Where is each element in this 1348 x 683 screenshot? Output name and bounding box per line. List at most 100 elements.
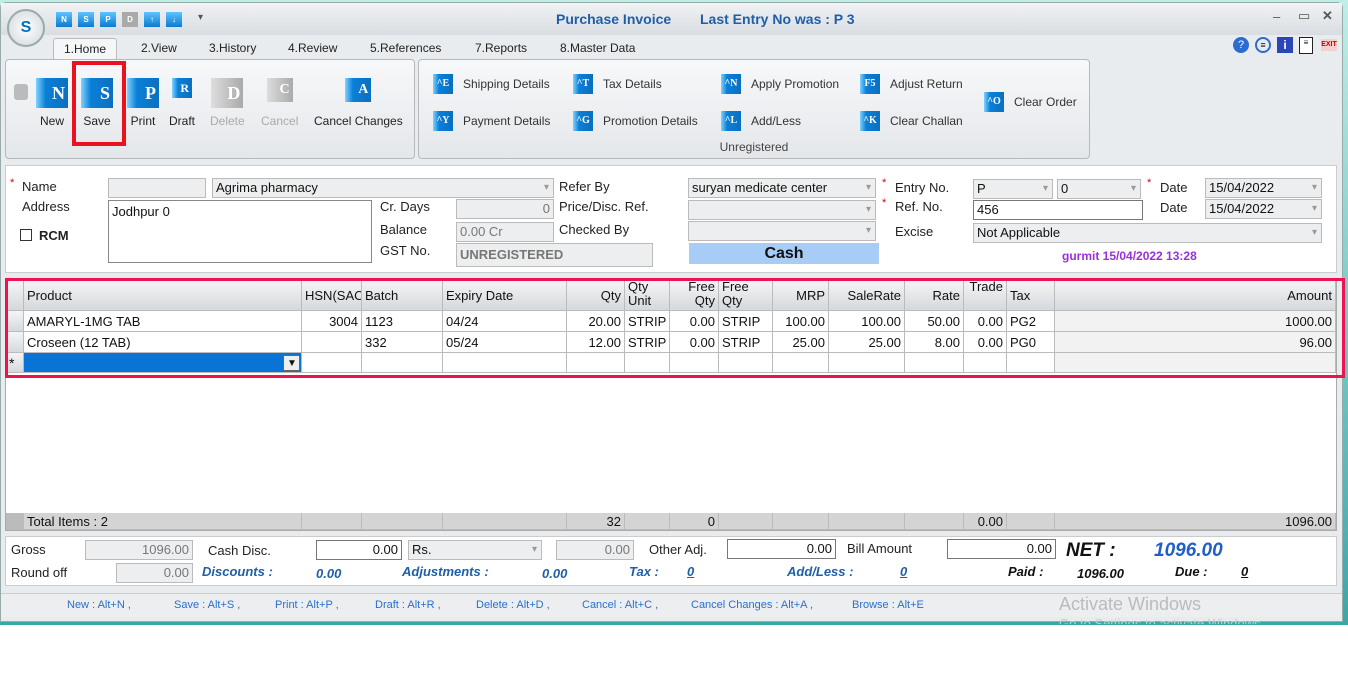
cell-rate[interactable]: 50.00: [905, 311, 964, 332]
refer-by-combo[interactable]: suryan medicate center: [688, 178, 876, 198]
payment-mode-button[interactable]: Cash: [689, 243, 879, 264]
qat-delete-icon[interactable]: D: [122, 12, 138, 27]
bill-amount-field[interactable]: 0.00: [947, 539, 1056, 559]
qat-print-icon[interactable]: P: [100, 12, 116, 27]
new-row-cell[interactable]: [773, 353, 829, 373]
row-header[interactable]: [6, 332, 24, 353]
add-less-button[interactable]: ^L Add/Less: [721, 111, 801, 131]
cell-free-qty[interactable]: 0.00: [670, 311, 719, 332]
qat-new-icon[interactable]: N: [56, 12, 72, 27]
cell-trade[interactable]: 0.00: [964, 332, 1007, 353]
close-button[interactable]: ✕: [1322, 8, 1333, 24]
shipping-details-button[interactable]: ^E Shipping Details: [433, 74, 550, 94]
tab-view[interactable]: 2.View: [131, 38, 187, 59]
address-field[interactable]: Jodhpur 0: [108, 200, 372, 263]
entry-prefix-combo[interactable]: P: [973, 179, 1053, 199]
cell-free-qty-unit[interactable]: STRIP: [719, 311, 773, 332]
apply-promotion-button[interactable]: ^N Apply Promotion: [721, 74, 839, 94]
support-icon[interactable]: ≡: [1255, 37, 1271, 53]
new-row-cell[interactable]: [1007, 353, 1055, 373]
rcm-checkbox[interactable]: [20, 229, 32, 241]
column-header-free-qty-unit[interactable]: Free Qty: [719, 280, 773, 311]
cell-qty[interactable]: 20.00: [567, 311, 625, 332]
qat-customize-icon[interactable]: ▾: [198, 12, 203, 23]
new-row-cell[interactable]: [719, 353, 773, 373]
cell-mrp[interactable]: 25.00: [773, 332, 829, 353]
entry-no-combo[interactable]: 0: [1057, 179, 1141, 199]
column-header-qty[interactable]: Qty: [567, 280, 625, 311]
column-header-tax[interactable]: Tax: [1007, 280, 1055, 311]
cell-amount[interactable]: 96.00: [1055, 332, 1336, 353]
cell-batch[interactable]: 1123: [362, 311, 443, 332]
cell-qty-unit[interactable]: STRIP: [625, 332, 670, 353]
help-icon[interactable]: ?: [1233, 37, 1249, 53]
promotion-details-button[interactable]: ^G Promotion Details: [573, 111, 698, 131]
cell-qty-unit[interactable]: STRIP: [625, 311, 670, 332]
new-row-cell[interactable]: [1055, 353, 1336, 373]
column-header-batch[interactable]: Batch: [362, 280, 443, 311]
excise-combo[interactable]: Not Applicable: [973, 223, 1322, 243]
new-row-cell[interactable]: [905, 353, 964, 373]
new-row-cell[interactable]: [670, 353, 719, 373]
cell-tax[interactable]: PG0: [1007, 332, 1055, 353]
info-icon[interactable]: i: [1277, 37, 1293, 53]
price-ref-combo[interactable]: [688, 200, 876, 220]
column-header-expiry-date[interactable]: Expiry Date: [443, 280, 567, 311]
notes-icon[interactable]: ≡: [1299, 37, 1313, 54]
lock-icon[interactable]: [14, 84, 28, 100]
exit-icon[interactable]: EXIT: [1321, 39, 1337, 51]
new-row-product-combo[interactable]: [24, 353, 302, 373]
cell-sale-rate[interactable]: 25.00: [829, 332, 905, 353]
date-picker[interactable]: 15/04/2022: [1205, 178, 1322, 198]
clear-order-button[interactable]: ^O Clear Order: [984, 92, 1077, 112]
column-header-rate[interactable]: Rate: [905, 280, 964, 311]
cell-tax[interactable]: PG2: [1007, 311, 1055, 332]
new-row-cell[interactable]: [829, 353, 905, 373]
app-logo[interactable]: S: [7, 9, 45, 47]
cell-sale-rate[interactable]: 100.00: [829, 311, 905, 332]
checked-by-combo[interactable]: [688, 221, 876, 241]
column-header-mrp[interactable]: MRP: [773, 280, 829, 311]
clear-challan-button[interactable]: ^K Clear Challan: [860, 111, 963, 131]
cr-days-field[interactable]: 0: [456, 199, 554, 219]
qat-next-icon[interactable]: ↓: [166, 12, 182, 27]
print-button[interactable]: P Print: [127, 78, 159, 128]
column-header-sale-rate[interactable]: SaleRate: [829, 280, 905, 311]
party-code-field[interactable]: [108, 178, 206, 198]
cell-product[interactable]: Croseen (12 TAB): [24, 332, 302, 353]
qat-save-icon[interactable]: S: [78, 12, 94, 27]
party-name-combo[interactable]: Agrima pharmacy: [212, 178, 554, 198]
new-row-cell[interactable]: [302, 353, 362, 373]
cell-free-qty[interactable]: 0.00: [670, 332, 719, 353]
cell-rate[interactable]: 8.00: [905, 332, 964, 353]
cell-expiry-date[interactable]: 04/24: [443, 311, 567, 332]
cell-qty[interactable]: 12.00: [567, 332, 625, 353]
tab-review[interactable]: 4.Review: [278, 38, 347, 59]
adjust-return-button[interactable]: F5 Adjust Return: [860, 74, 963, 94]
cell-batch[interactable]: 332: [362, 332, 443, 353]
column-header-product[interactable]: Product: [24, 280, 302, 311]
cancel-changes-button[interactable]: A Cancel Changes: [314, 78, 403, 128]
due-value[interactable]: 0: [1241, 564, 1248, 579]
new-row-cell[interactable]: [567, 353, 625, 373]
new-button[interactable]: N New: [36, 78, 68, 128]
qat-previous-icon[interactable]: ↑: [144, 12, 160, 27]
new-row-cell[interactable]: [625, 353, 670, 373]
tab-references[interactable]: 5.References: [360, 38, 451, 59]
cell-product[interactable]: AMARYL-1MG TAB: [24, 311, 302, 332]
maximize-button[interactable]: ▭: [1298, 8, 1310, 24]
tab-reports[interactable]: 7.Reports: [465, 38, 537, 59]
tab-master-data[interactable]: 8.Master Data: [550, 38, 645, 59]
cancel-button[interactable]: C Cancel: [261, 78, 298, 128]
other-adj-field[interactable]: 0.00: [727, 539, 836, 559]
new-row-cell[interactable]: [362, 353, 443, 373]
cell-mrp[interactable]: 100.00: [773, 311, 829, 332]
cash-disc-type-combo[interactable]: Rs.: [408, 540, 542, 560]
minimize-button[interactable]: –: [1273, 9, 1280, 24]
add-less-link[interactable]: 0: [900, 564, 907, 579]
ref-no-field[interactable]: 456: [973, 200, 1143, 220]
cell-hsn[interactable]: [302, 332, 362, 353]
column-header-qty-unit[interactable]: Qty Unit: [625, 280, 670, 311]
column-header-hsn[interactable]: HSN(SAC: [302, 280, 362, 311]
new-row-cell[interactable]: [964, 353, 1007, 373]
